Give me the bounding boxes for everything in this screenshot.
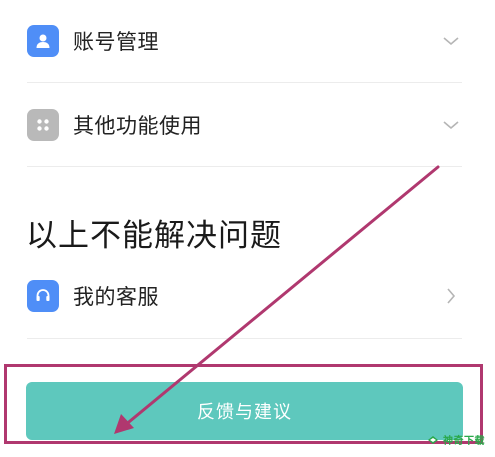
annotation-highlight-box — [4, 364, 483, 444]
faq-item-account[interactable]: 账号管理 — [27, 24, 462, 58]
customer-service-label: 我的客服 — [73, 285, 159, 309]
divider — [27, 82, 462, 83]
grid-icon — [27, 109, 59, 141]
section-title: 以上不能解决问题 — [26, 218, 282, 254]
faq-item-label: 其他功能使用 — [73, 114, 202, 138]
watermark-logo-icon — [428, 435, 438, 444]
user-icon — [27, 25, 59, 57]
help-page: 账号管理 其他功能使用 以上不能解决问题 我的客服 反馈与建议 神奇下载 — [0, 0, 495, 457]
headset-icon — [27, 280, 59, 312]
customer-service-item[interactable]: 我的客服 — [27, 279, 462, 313]
faq-item-label: 账号管理 — [73, 30, 159, 54]
divider — [27, 338, 462, 339]
chevron-down-icon — [440, 114, 462, 136]
faq-item-other-features[interactable]: 其他功能使用 — [27, 108, 462, 142]
divider — [27, 166, 462, 167]
watermark-text: 神奇下载 — [443, 436, 485, 447]
chevron-right-icon — [440, 285, 462, 307]
watermark: 神奇下载 — [427, 432, 485, 447]
chevron-down-icon — [440, 30, 462, 52]
